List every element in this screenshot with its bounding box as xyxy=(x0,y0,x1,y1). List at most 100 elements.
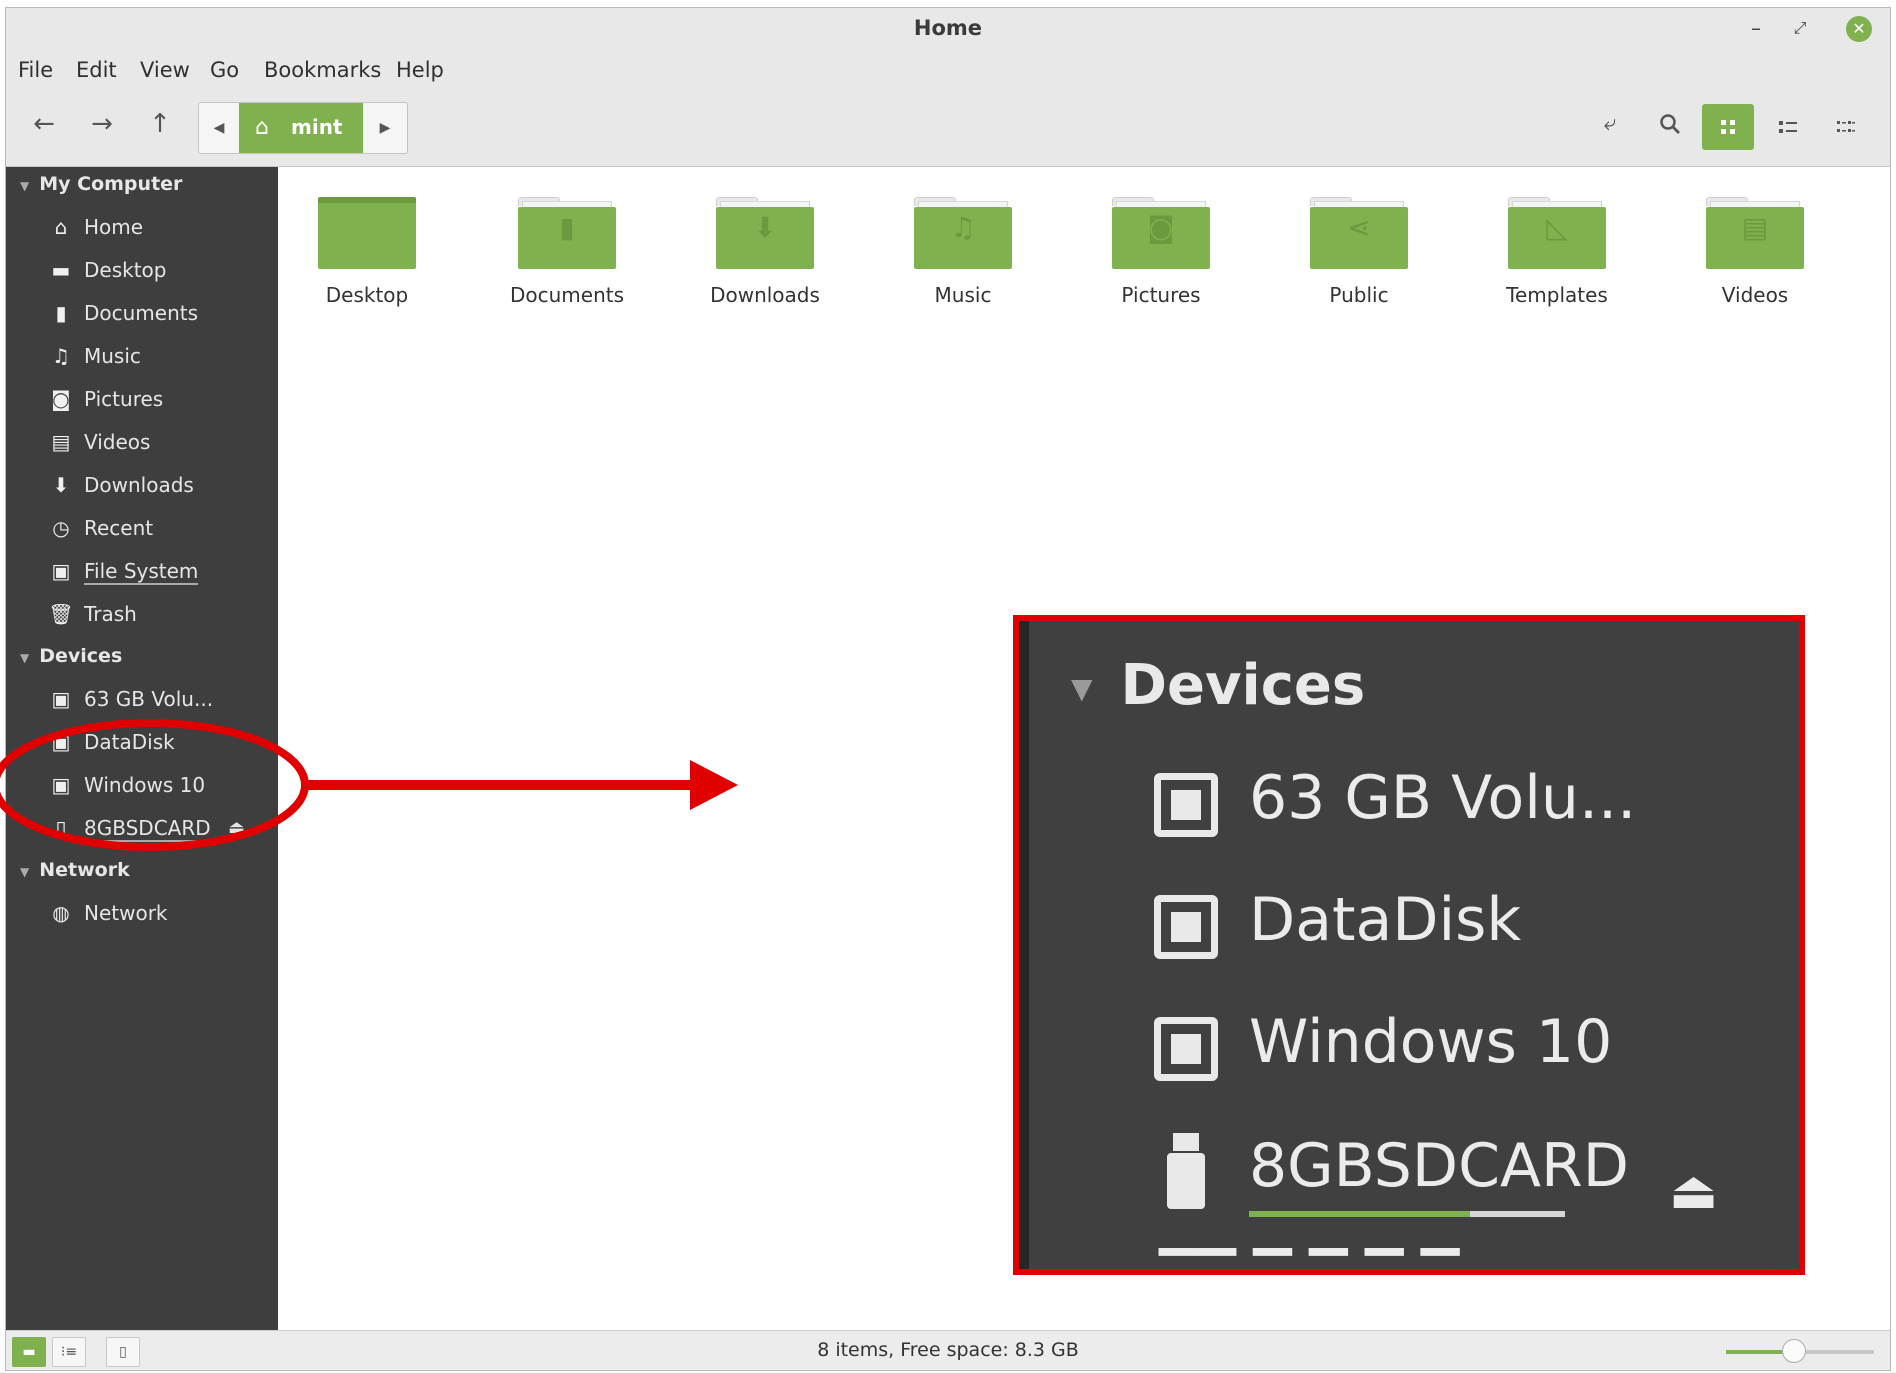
icon-view-button[interactable] xyxy=(1702,104,1754,150)
folder-templates[interactable]: ◺ Templates xyxy=(1468,197,1628,317)
sidebar-item-home[interactable]: ⌂ Home xyxy=(48,215,143,239)
folder-icon: ◺ xyxy=(1508,197,1606,269)
path-crumb-label: mint xyxy=(291,115,343,139)
sidebar-item-videos[interactable]: ▤ Videos xyxy=(48,430,151,454)
download-icon: ⬇ xyxy=(753,211,777,244)
eject-icon: ⏏ xyxy=(228,817,246,838)
sidebar-item-recent[interactable]: ◷ Recent xyxy=(48,516,153,540)
toolbar: ← → ↑ ◀ ⌂ mint ▶ ⤶ xyxy=(6,90,1890,167)
menu-bookmarks[interactable]: Bookmarks xyxy=(264,58,381,82)
folder-icon: ♫ xyxy=(914,197,1012,269)
music-icon: ♫ xyxy=(950,211,976,244)
menu-go[interactable]: Go xyxy=(210,58,239,82)
zoom-usage-bar xyxy=(1249,1211,1565,1217)
menu-edit[interactable]: Edit xyxy=(76,58,117,82)
drive-icon: ▣ xyxy=(51,773,71,797)
compact-list-icon xyxy=(1837,121,1855,132)
path-scroll-left-button[interactable]: ◀ xyxy=(199,103,239,153)
places-sidebar: ▼ My Computer ⌂ Home ▬ Desktop ▮ Documents ♫… xyxy=(6,167,278,1330)
window-title: Home xyxy=(913,16,983,40)
sidebar-item-trash[interactable]: 🗑 Trash xyxy=(48,602,137,626)
sidebar-item-63gb-volume[interactable]: ▣ 63 GB Volu... xyxy=(48,687,214,711)
sidebar-item-datadisk[interactable]: ▣ DataDisk xyxy=(48,730,175,754)
folder-pictures[interactable]: ◙ Pictures xyxy=(1072,197,1232,317)
callout-edge xyxy=(1019,621,1029,1269)
drive-icon xyxy=(1154,773,1218,837)
sidebar-item-8gbsdcard[interactable]: ▯ 8GBSDCARD xyxy=(48,816,211,842)
usb-drive-icon: ▯ xyxy=(55,816,67,840)
zoom-slider[interactable] xyxy=(1726,1339,1874,1363)
sidebar-item-network[interactable]: ◍ Network xyxy=(48,901,167,925)
sidebar-section-my-computer[interactable]: ▼ My Computer xyxy=(20,173,182,195)
sidebar-item-music[interactable]: ♫ Music xyxy=(48,344,141,368)
sidebar-item-documents[interactable]: ▮ Documents xyxy=(48,301,198,325)
sidebar-item-pictures[interactable]: ◙ Pictures xyxy=(48,387,163,411)
zoom-slider-handle[interactable] xyxy=(1781,1339,1806,1363)
zoom-item-63gb-volume: 63 GB Volu... xyxy=(1249,763,1637,833)
zoomed-devices-callout: ▼ Devices 63 GB Volu... DataDisk Windows … xyxy=(1013,615,1805,1275)
list-view-button[interactable] xyxy=(1762,104,1814,150)
compact-view-button[interactable] xyxy=(1820,104,1872,150)
zoom-item-windows-10: Windows 10 xyxy=(1249,1007,1613,1077)
grid-icon xyxy=(1721,120,1735,134)
usb-drive-icon xyxy=(1167,1133,1205,1209)
location-toggle-icon: ⤶ xyxy=(1603,111,1617,136)
menu-bar: File Edit View Go Bookmarks Help xyxy=(6,50,1890,90)
folder-documents[interactable]: ▮ Documents xyxy=(478,197,638,317)
close-button[interactable]: ✕ xyxy=(1846,16,1872,42)
menu-file[interactable]: File xyxy=(18,58,53,82)
folder-music[interactable]: ♫ Music xyxy=(874,197,1034,317)
share-icon: ⋖ xyxy=(1347,211,1371,244)
arrow-up-icon: ↑ xyxy=(149,109,171,139)
path-scroll-right-button[interactable]: ▶ xyxy=(365,103,405,153)
template-icon: ◺ xyxy=(1546,211,1568,244)
toggle-location-button[interactable]: ⤶ xyxy=(1588,102,1632,146)
maximize-button[interactable]: ⤢ xyxy=(1786,14,1814,42)
film-icon: ▤ xyxy=(1741,211,1769,244)
drive-icon xyxy=(1154,895,1218,959)
folder-icon: ⋖ xyxy=(1310,197,1408,269)
up-button[interactable]: ↑ xyxy=(138,102,182,146)
forward-button[interactable]: → xyxy=(80,102,124,146)
menu-help[interactable]: Help xyxy=(396,58,444,82)
sidebar-item-downloads[interactable]: ⬇ Downloads xyxy=(48,473,194,497)
trash-icon: 🗑 xyxy=(48,602,74,626)
sidebar-section-devices[interactable]: ▼ Devices xyxy=(20,645,122,667)
expander-icon: ▼ xyxy=(20,651,30,665)
caret-left-icon: ◀ xyxy=(213,120,225,136)
search-button[interactable] xyxy=(1648,102,1692,146)
path-crumb-home[interactable]: ⌂ mint xyxy=(239,103,363,153)
title-bar[interactable]: Home – ⤢ ✕ xyxy=(6,8,1890,50)
folder-icon: ▮ xyxy=(518,197,616,269)
drive-icon: ▣ xyxy=(51,730,71,754)
film-icon: ▤ xyxy=(51,430,71,454)
sidebar-section-network[interactable]: ▼ Network xyxy=(20,859,130,881)
list-icon xyxy=(1779,121,1797,133)
zoom-item-datadisk: DataDisk xyxy=(1249,885,1522,955)
folder-downloads[interactable]: ⬇ Downloads xyxy=(676,197,836,317)
minimize-button[interactable]: – xyxy=(1742,14,1770,42)
path-bar: ◀ ⌂ mint ▶ xyxy=(198,102,408,154)
download-icon: ⬇ xyxy=(52,473,70,497)
eject-icon: ⏏ xyxy=(1669,1161,1719,1221)
document-icon: ▮ xyxy=(559,211,575,244)
drive-icon: ▣ xyxy=(51,687,71,711)
sidebar-item-windows-10[interactable]: ▣ Windows 10 xyxy=(48,773,206,797)
folder-icon: ▤ xyxy=(1706,197,1804,269)
zoom-devices-heading: ▼ Devices xyxy=(1071,653,1366,718)
back-button[interactable]: ← xyxy=(22,102,66,146)
file-view[interactable]: Desktop ▮ Documents ⬇ Downloads ♫ Music … xyxy=(278,167,1890,1330)
file-manager-window: Home – ⤢ ✕ File Edit View Go Bookmarks H… xyxy=(5,7,1891,1371)
folder-desktop[interactable]: Desktop xyxy=(278,197,438,317)
folder-public[interactable]: ⋖ Public xyxy=(1270,197,1430,317)
sidebar-item-file-system[interactable]: ▣ File System xyxy=(48,559,199,585)
document-icon: ▮ xyxy=(55,301,67,325)
globe-icon: ◍ xyxy=(52,901,70,925)
drive-icon: ▣ xyxy=(51,559,71,583)
status-text: 8 items, Free space: 8.3 GB xyxy=(817,1339,1079,1361)
sidebar-item-desktop[interactable]: ▬ Desktop xyxy=(48,258,167,282)
home-icon: ⌂ xyxy=(255,115,269,140)
menu-view[interactable]: View xyxy=(140,58,190,82)
eject-button[interactable]: ⏏ xyxy=(228,817,245,838)
folder-videos[interactable]: ▤ Videos xyxy=(1666,197,1826,317)
